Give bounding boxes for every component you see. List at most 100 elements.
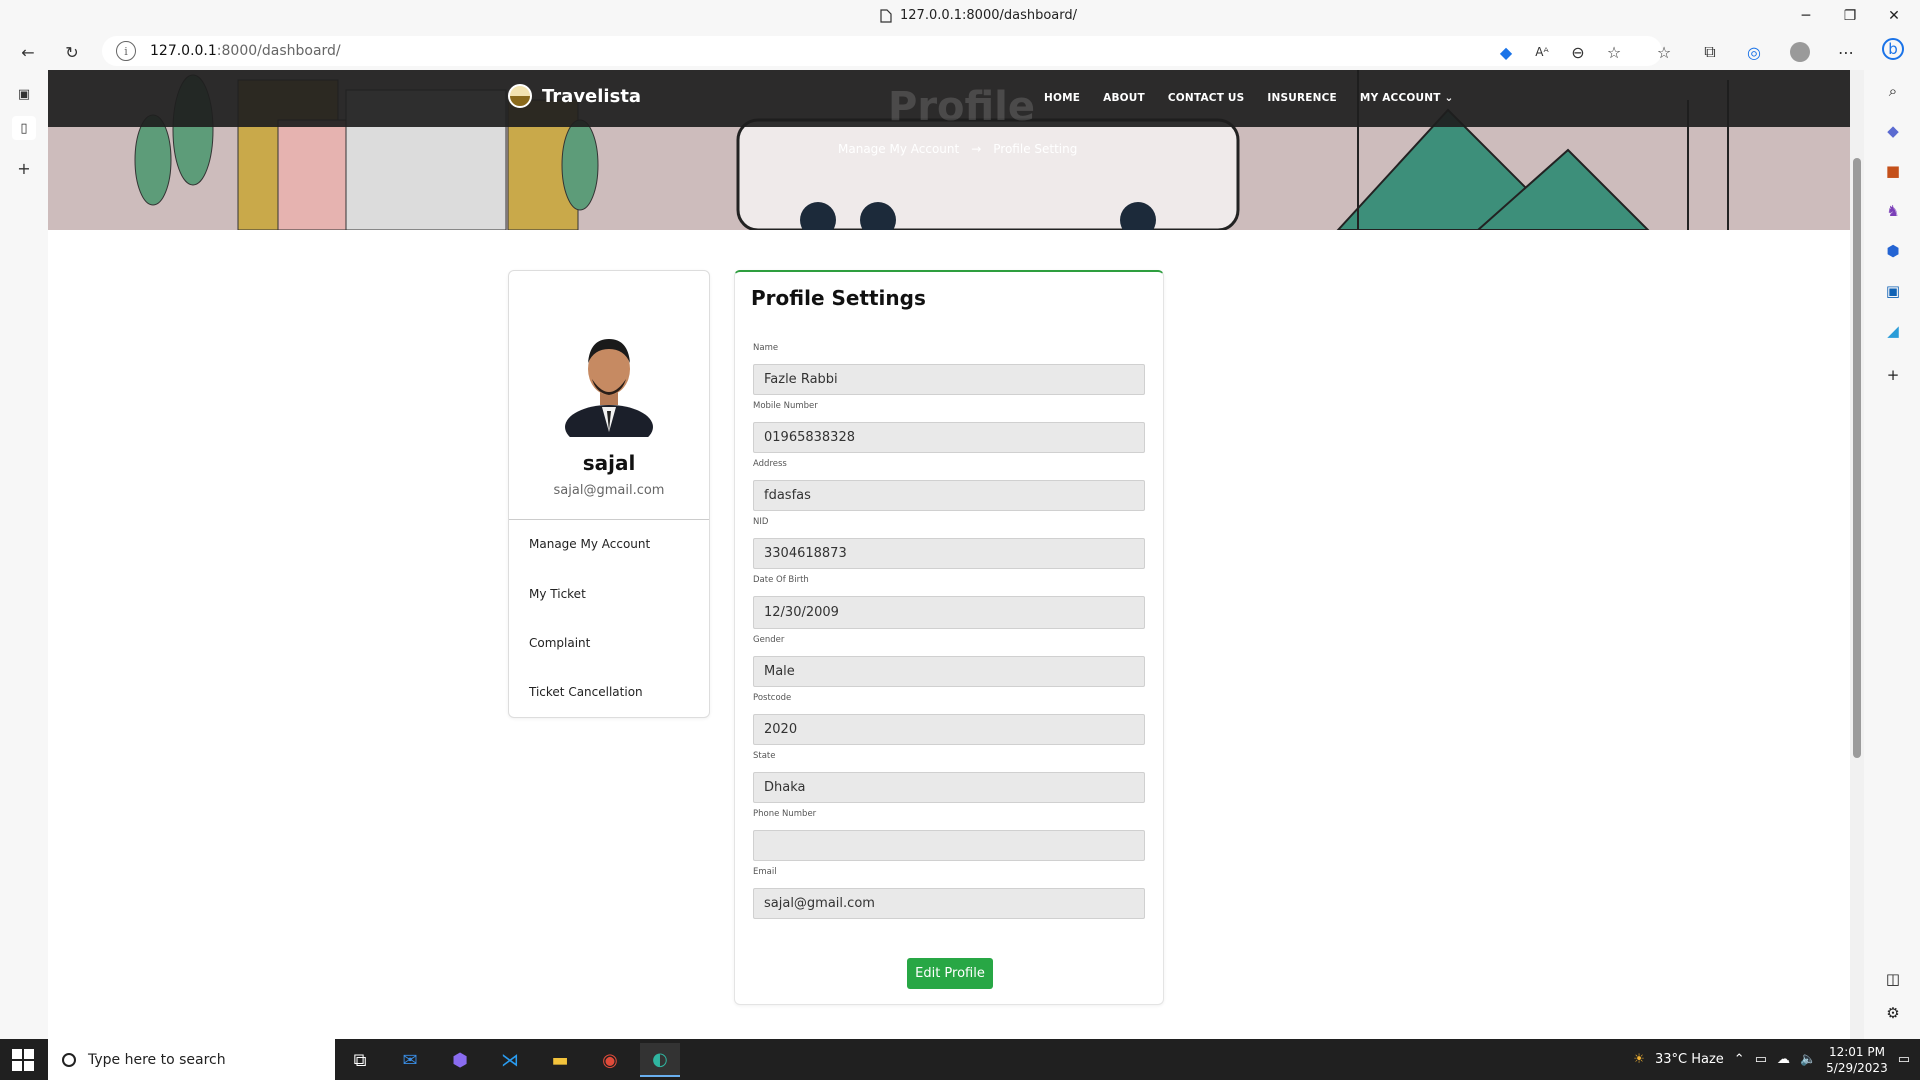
- label-email: Email: [753, 867, 777, 877]
- games-icon[interactable]: ♞: [1882, 200, 1904, 222]
- microsoft-365-icon[interactable]: ⬢: [1882, 240, 1904, 262]
- volume-icon[interactable]: 🔈: [1800, 1052, 1816, 1067]
- new-tab-icon[interactable]: +: [12, 156, 36, 180]
- shopping-tag-icon[interactable]: ◆: [1494, 40, 1518, 64]
- menu-ticket-cancellation[interactable]: Ticket Cancellation: [529, 685, 643, 699]
- label-postcode: Postcode: [753, 693, 792, 703]
- nav-contact[interactable]: CONTACT US: [1168, 92, 1245, 104]
- label-gender: Gender: [753, 635, 785, 645]
- brand-logo[interactable]: Travelista: [508, 84, 641, 108]
- more-options-icon[interactable]: ⋯: [1834, 40, 1858, 64]
- breadcrumb: Manage My Account → Profile Setting: [838, 142, 1077, 156]
- shopping-icon[interactable]: ◆: [1882, 120, 1904, 142]
- site-navbar: Travelista Profile HOME ABOUT CONTACT US…: [48, 70, 1850, 130]
- page-viewport: Travelista Profile HOME ABOUT CONTACT US…: [48, 70, 1864, 1039]
- onedrive-icon[interactable]: ☁: [1777, 1052, 1790, 1067]
- label-address: Address: [753, 459, 787, 469]
- page-scrollbar[interactable]: [1850, 70, 1864, 1039]
- profile-avatar-icon[interactable]: [1788, 40, 1812, 64]
- address-bar[interactable]: i 127.0.0.1:8000/dashboard/: [102, 36, 1662, 66]
- url-text: 127.0.0.1:8000/dashboard/: [150, 43, 341, 59]
- arrow-right-icon: →: [971, 142, 982, 156]
- site-info-icon[interactable]: i: [116, 41, 136, 61]
- tab-actions-icon[interactable]: ▣: [12, 82, 36, 106]
- label-state: State: [753, 751, 776, 761]
- task-view-icon[interactable]: ⧉: [340, 1043, 380, 1077]
- date-of-birth-field[interactable]: [753, 596, 1145, 629]
- close-window-button[interactable]: ✕: [1874, 4, 1914, 28]
- edit-profile-button[interactable]: Edit Profile: [907, 958, 993, 989]
- search-icon[interactable]: ⌕: [1882, 80, 1904, 102]
- tray-chevron-icon[interactable]: ⌃: [1734, 1052, 1745, 1067]
- address-field[interactable]: [753, 480, 1145, 511]
- taskbar-search[interactable]: Type here to search: [48, 1039, 335, 1080]
- label-nid: NID: [753, 517, 769, 527]
- brand-name: Travelista: [542, 85, 642, 107]
- nid-field[interactable]: [753, 538, 1145, 569]
- nav-home[interactable]: HOME: [1044, 92, 1080, 104]
- state-field[interactable]: [753, 772, 1145, 803]
- mail-app-icon[interactable]: ✉: [390, 1043, 430, 1077]
- windows-start-icon[interactable]: [12, 1049, 34, 1071]
- active-tab-icon[interactable]: ▯: [12, 116, 36, 140]
- postcode-field[interactable]: [753, 714, 1145, 745]
- minimize-button[interactable]: ─: [1786, 4, 1826, 28]
- title-bar: 127.0.0.1:8000/dashboard/ ─ ❐ ✕: [0, 0, 1920, 32]
- collections-icon[interactable]: ⧉: [1698, 40, 1722, 64]
- mobile-number-field[interactable]: [753, 422, 1145, 453]
- zoom-out-icon[interactable]: ⊖: [1566, 40, 1590, 64]
- nav-about[interactable]: ABOUT: [1103, 92, 1145, 104]
- weather-icon: ☀: [1633, 1052, 1645, 1067]
- nav-menu: HOME ABOUT CONTACT US INSURENCE MY ACCOU…: [1044, 92, 1453, 104]
- nav-insurence[interactable]: INSURENCE: [1267, 92, 1337, 104]
- add-sidebar-app-icon[interactable]: +: [1882, 364, 1904, 386]
- phone-number-field[interactable]: [753, 830, 1145, 861]
- label-date-of-birth: Date Of Birth: [753, 575, 809, 585]
- breadcrumb-manage-account[interactable]: Manage My Account: [838, 142, 959, 156]
- avatar: [565, 339, 653, 437]
- menu-manage-my-account[interactable]: Manage My Account: [529, 537, 650, 551]
- file-explorer-icon[interactable]: ▬: [540, 1043, 580, 1077]
- label-phone-number: Phone Number: [753, 809, 817, 819]
- drop-icon[interactable]: ◢: [1882, 320, 1904, 342]
- hero-banner: Travelista Profile HOME ABOUT CONTACT US…: [48, 70, 1850, 230]
- page-icon: [880, 8, 892, 23]
- app-icon[interactable]: ⬢: [440, 1043, 480, 1077]
- hero-title: Profile: [888, 84, 1036, 130]
- nav-my-account[interactable]: MY ACCOUNT ⌄: [1360, 92, 1454, 104]
- name-field[interactable]: [753, 364, 1145, 395]
- chrome-icon[interactable]: ◉: [590, 1043, 630, 1077]
- profile-settings-card: Profile Settings Name Mobile Number Addr…: [734, 270, 1164, 1005]
- clock[interactable]: 12:01 PM 5/29/2023: [1826, 1044, 1888, 1076]
- read-aloud-icon[interactable]: Aᴬ: [1530, 40, 1554, 64]
- back-icon[interactable]: ←: [16, 40, 40, 64]
- browser-essentials-icon[interactable]: ◎: [1742, 40, 1766, 64]
- weather-text[interactable]: 33°C Haze: [1655, 1052, 1724, 1067]
- settings-gear-icon[interactable]: ⚙: [1882, 1002, 1904, 1024]
- network-icon[interactable]: ▭: [1755, 1052, 1767, 1067]
- edge-icon[interactable]: ◐: [640, 1043, 680, 1077]
- bing-chat-icon[interactable]: b: [1882, 38, 1904, 60]
- clock-time: 12:01 PM: [1828, 1044, 1885, 1059]
- menu-complaint[interactable]: Complaint: [529, 636, 590, 650]
- hide-sidebar-icon[interactable]: ◫: [1882, 968, 1904, 990]
- label-mobile-number: Mobile Number: [753, 401, 818, 411]
- restore-button[interactable]: ❐: [1830, 4, 1870, 28]
- edge-sidebar: b ⌕ ◆ ■ ♞ ⬢ ▣ ◢ + ◫ ⚙: [1864, 32, 1920, 1039]
- notifications-icon[interactable]: ▭: [1898, 1052, 1910, 1067]
- gender-field[interactable]: [753, 656, 1145, 687]
- email-field[interactable]: [753, 888, 1145, 919]
- divider: [509, 519, 709, 520]
- add-favorite-icon[interactable]: ☆: [1602, 40, 1626, 64]
- tools-icon[interactable]: ■: [1882, 160, 1904, 182]
- outlook-icon[interactable]: ▣: [1882, 280, 1904, 302]
- favorites-icon[interactable]: ☆: [1652, 40, 1676, 64]
- window-title-text: 127.0.0.1:8000/dashboard/: [900, 8, 1078, 23]
- search-icon: [62, 1052, 76, 1067]
- browser-toolbar: ← ↻ i 127.0.0.1:8000/dashboard/ ◆ Aᴬ ⊖ ☆…: [0, 32, 1920, 70]
- vscode-icon[interactable]: ⋊: [490, 1043, 530, 1077]
- system-tray: ☀ 33°C Haze ⌃ ▭ ☁ 🔈 12:01 PM 5/29/2023 ▭: [1633, 1039, 1920, 1080]
- scrollbar-thumb[interactable]: [1853, 158, 1861, 758]
- menu-my-ticket[interactable]: My Ticket: [529, 587, 586, 601]
- refresh-icon[interactable]: ↻: [60, 40, 84, 64]
